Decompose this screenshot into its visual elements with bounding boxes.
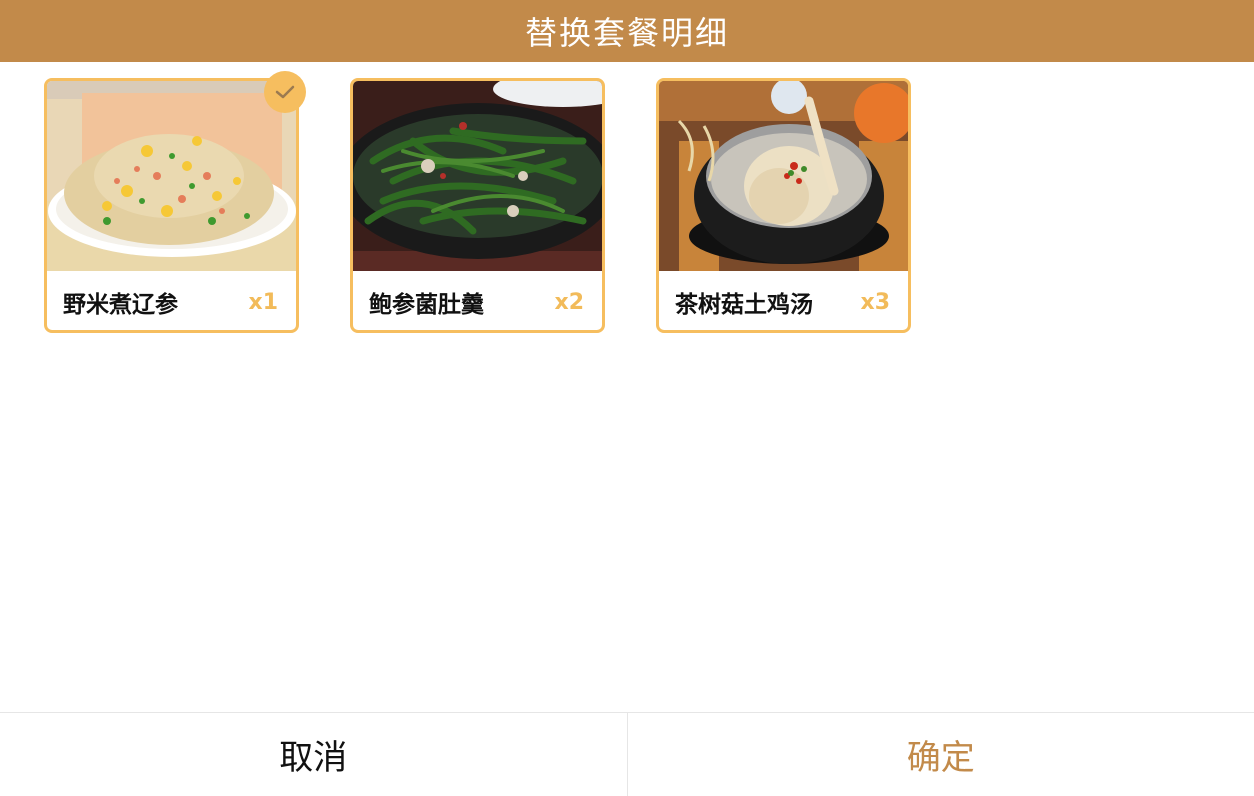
dish-card[interactable]: 野米煮辽参 x1 <box>44 71 306 333</box>
dish-quantity: x3 <box>860 289 891 315</box>
dish-name: 茶树菇土鸡汤 <box>675 292 813 318</box>
dish-quantity: x2 <box>554 289 585 315</box>
dish-card-footer: 鲍参菌肚羹 x2 <box>353 271 602 333</box>
header-bar: 替换套餐明细 <box>0 0 1254 62</box>
confirm-button[interactable]: 确定 <box>628 713 1254 796</box>
green-beans-image <box>353 81 602 271</box>
dish-name: 野米煮辽参 <box>63 292 178 318</box>
action-bar: 取消 确定 <box>0 712 1254 796</box>
chicken-soup-image <box>659 81 908 271</box>
cancel-button[interactable]: 取消 <box>0 713 628 796</box>
fried-rice-image <box>47 81 296 271</box>
page-title: 替换套餐明细 <box>524 14 729 52</box>
dish-card[interactable]: 鲍参菌肚羹 x2 <box>350 78 605 333</box>
selected-check-icon <box>264 71 306 113</box>
dish-quantity: x1 <box>248 289 279 315</box>
dish-grid: 野米煮辽参 x1 鲍参菌肚羹 x2 茶树菇土鸡汤 x3 <box>44 71 911 333</box>
dish-card-footer: 野米煮辽参 x1 <box>47 271 296 333</box>
dish-card[interactable]: 茶树菇土鸡汤 x3 <box>656 78 911 333</box>
dish-card-footer: 茶树菇土鸡汤 x3 <box>659 271 908 333</box>
dish-name: 鲍参菌肚羹 <box>369 292 484 318</box>
